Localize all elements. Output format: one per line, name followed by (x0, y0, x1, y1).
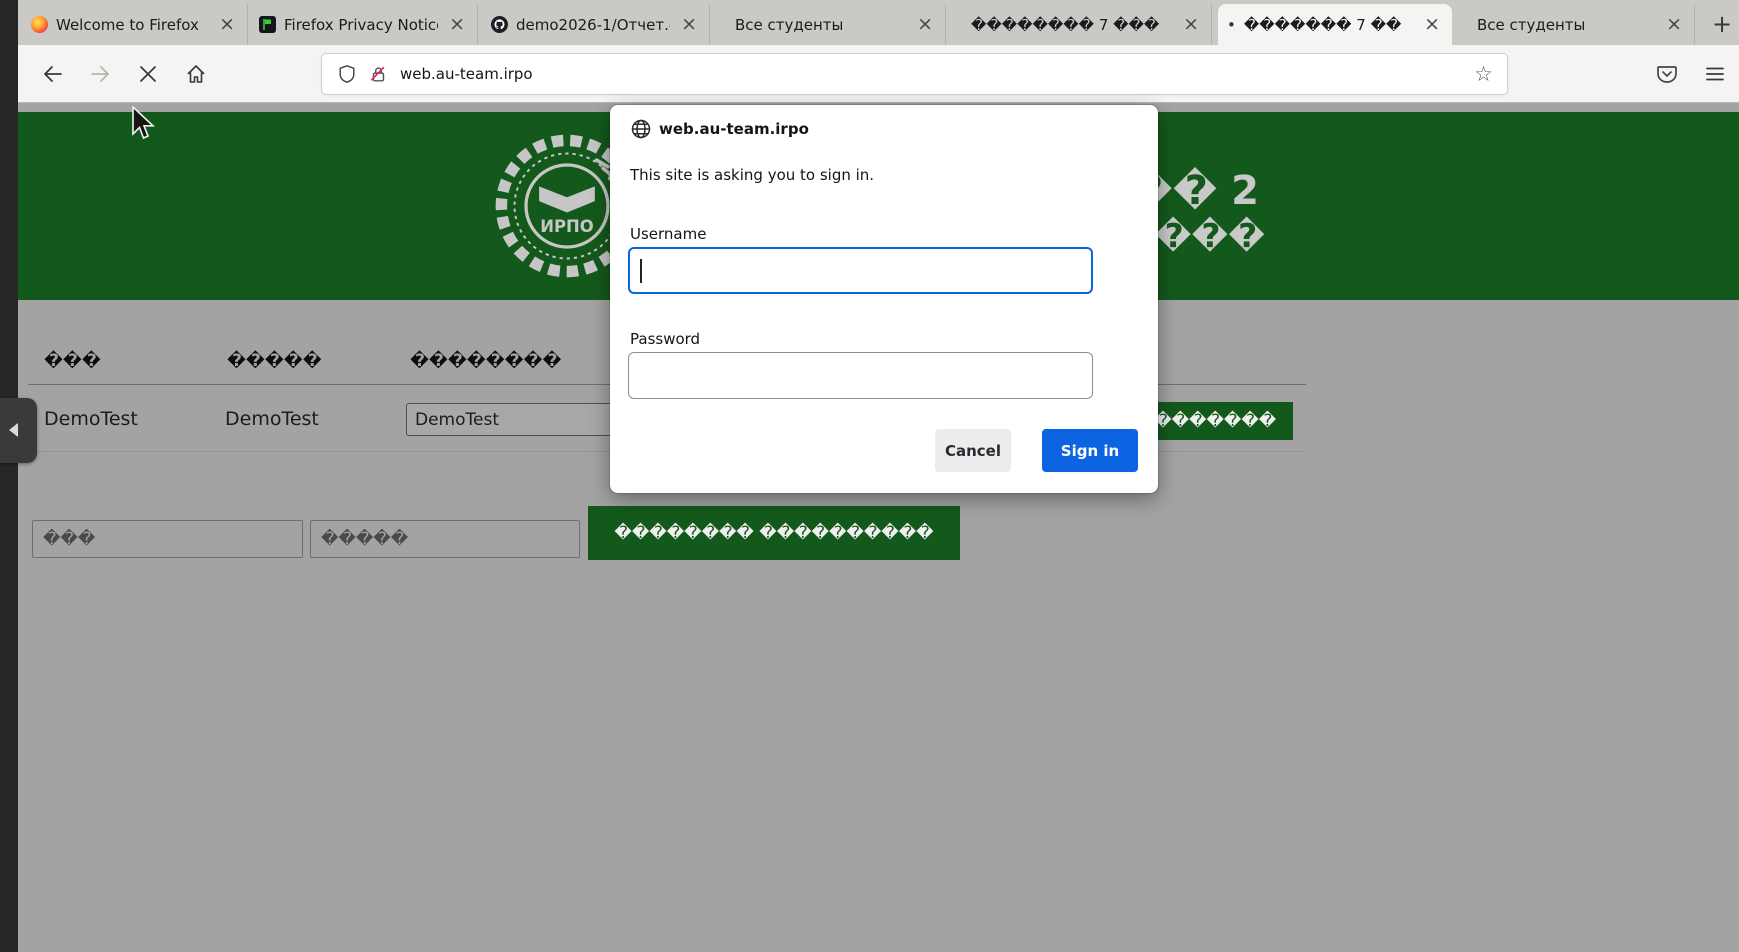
text-caret (640, 259, 642, 283)
github-icon (491, 16, 508, 33)
svg-text:ИРПО: ИРПО (540, 217, 593, 236)
globe-icon (630, 118, 652, 140)
sidebar-collapse-handle[interactable] (0, 398, 37, 463)
table-header-col1: ��� (44, 351, 101, 371)
password-input[interactable] (628, 352, 1093, 399)
group-select[interactable]: DemoTest (406, 403, 644, 436)
tab-close-icon[interactable]: × (914, 15, 936, 34)
tab-all-students-1[interactable]: Все студенты × (716, 4, 946, 45)
username-label: Username (630, 225, 706, 243)
tab-welcome-to-firefox[interactable]: Welcome to Firefox × (22, 4, 248, 45)
table-cell-surname: DemoTest (225, 408, 319, 430)
back-button[interactable] (36, 57, 70, 91)
surname-input[interactable] (310, 520, 580, 558)
name-input[interactable] (32, 520, 303, 558)
tab-privacy-notice[interactable]: Firefox Privacy Notice × (250, 4, 478, 45)
dialog-host: web.au-team.irpo (659, 120, 809, 138)
privacy-flag-icon (259, 16, 276, 33)
cancel-button[interactable]: Cancel (935, 429, 1011, 472)
sign-in-button[interactable]: Sign in (1042, 429, 1138, 472)
pocket-icon[interactable] (1650, 57, 1684, 91)
tab-title: Все студенты (735, 16, 906, 34)
table-cell-name: DemoTest (44, 408, 138, 430)
tab-close-icon[interactable]: × (1421, 15, 1443, 34)
tab-title: �������� 7 ��� (971, 16, 1172, 34)
dialog-header: web.au-team.irpo (630, 118, 809, 140)
auth-dialog: web.au-team.irpo This site is asking you… (610, 105, 1158, 493)
tab-title: Firefox Privacy Notice (284, 16, 438, 34)
tab-title: ������� 7 �� (1244, 16, 1413, 34)
shield-icon[interactable] (337, 64, 357, 84)
table-header-col3: �������� (410, 351, 561, 371)
navigation-toolbar: web.au-team.irpo ☆ (18, 45, 1739, 103)
tab-close-icon[interactable]: × (1180, 15, 1202, 34)
tab-title: Welcome to Firefox (56, 16, 208, 34)
tab-all-students-2[interactable]: Все студенты × (1458, 4, 1695, 45)
tab-close-icon[interactable]: × (678, 15, 700, 34)
dialog-message: This site is asking you to sign in. (630, 166, 874, 184)
tab-bar: Welcome to Firefox × Firefox Privacy Not… (18, 0, 1739, 45)
add-submit-button[interactable]: �������� ���������� (588, 506, 960, 560)
new-tab-button[interactable]: + (1706, 8, 1738, 40)
table-header-col2: ����� (227, 351, 322, 371)
screen: Welcome to Firefox × Firefox Privacy Not… (0, 0, 1739, 952)
stop-button[interactable] (131, 57, 165, 91)
tab-mojibake-7-active[interactable]: • ������� 7 �� × (1218, 4, 1452, 45)
tab-title: Все студенты (1477, 16, 1655, 34)
tab-close-icon[interactable]: × (1663, 15, 1685, 34)
collapse-left-arrow-icon (9, 423, 18, 437)
bookmark-star-icon[interactable]: ☆ (1474, 62, 1493, 86)
tab-github-report[interactable]: demo2026-1/Отчет.d × (482, 4, 710, 45)
url-text[interactable]: web.au-team.irpo (400, 65, 1474, 83)
password-label: Password (630, 330, 700, 348)
url-bar[interactable]: web.au-team.irpo ☆ (322, 54, 1507, 94)
username-input[interactable] (628, 247, 1093, 294)
firefox-icon (31, 16, 48, 33)
tab-close-icon[interactable]: × (446, 15, 468, 34)
tab-mojibake-7[interactable]: �������� 7 ��� × (952, 4, 1212, 45)
insecure-lock-icon[interactable] (368, 64, 388, 84)
tab-modified-dot: • (1227, 16, 1236, 34)
group-select-value: DemoTest (415, 410, 499, 430)
tab-title: demo2026-1/Отчет.d (516, 16, 670, 34)
menu-hamburger-icon[interactable] (1698, 57, 1732, 91)
tab-close-icon[interactable]: × (216, 15, 238, 34)
screen-edge-strip (0, 0, 18, 952)
home-button[interactable] (179, 57, 213, 91)
forward-button[interactable] (83, 57, 117, 91)
